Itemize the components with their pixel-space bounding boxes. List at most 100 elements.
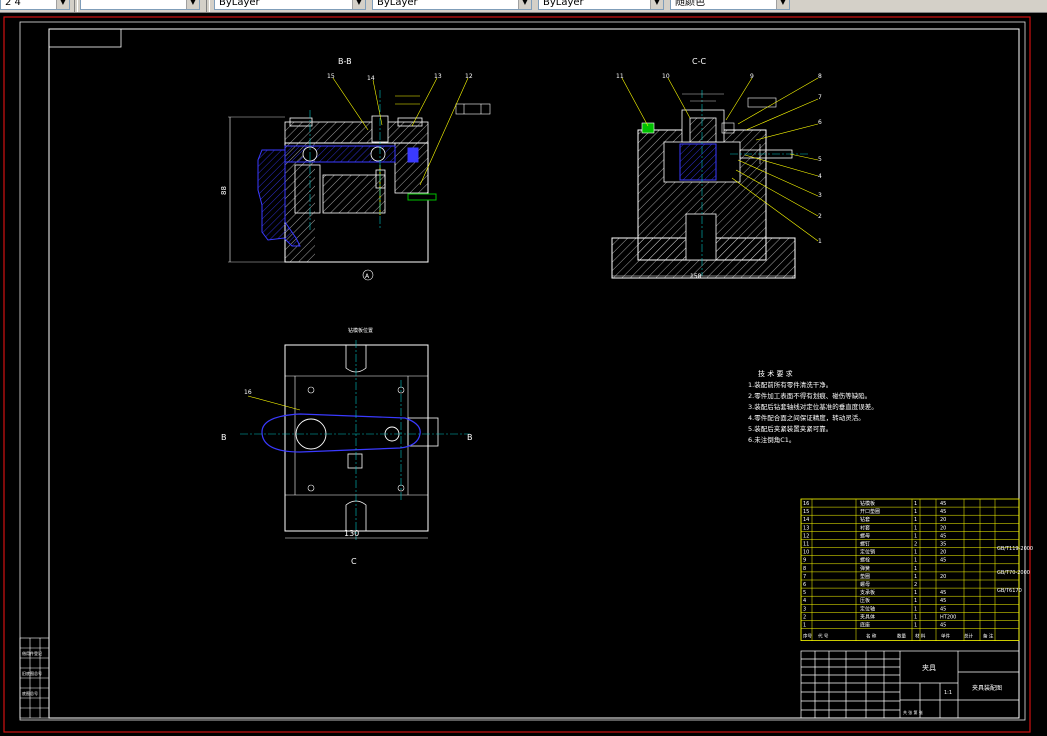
chevron-down-icon[interactable]: ▼ xyxy=(56,0,69,9)
balloon-label: 16 xyxy=(244,389,252,396)
part-name: 夹具 xyxy=(922,663,936,672)
layer-linetype-value: ByLayer xyxy=(377,0,418,8)
bom-cell: 1 xyxy=(914,598,917,604)
bom-cell: 9 xyxy=(803,558,806,564)
section-arrow-b: B xyxy=(467,433,473,442)
layer-lineweight-combo[interactable]: ByLayer ▼ xyxy=(538,0,664,10)
drill-plate xyxy=(284,121,429,144)
combo-linetype[interactable]: 2 4 ▼ xyxy=(0,0,70,10)
bom-cell: 1 xyxy=(914,574,917,580)
bom-cell: 钻模板 xyxy=(860,500,875,507)
bom-cell: 3 xyxy=(803,606,806,612)
combo-style[interactable]: ▼ xyxy=(80,0,200,10)
bom-cell: 螺母 xyxy=(860,581,870,588)
bom-cell: 45 xyxy=(940,598,946,604)
tolerance-frame xyxy=(455,103,491,115)
bom-cell: HT200 xyxy=(940,614,956,620)
tech-title: 技 术 要 求 xyxy=(758,369,793,378)
bom-note: GB/T119-2000 xyxy=(997,546,1033,552)
chevron-down-icon[interactable]: ▼ xyxy=(650,0,663,9)
bom-cell: 45 xyxy=(940,509,946,515)
bom-cell: 20 xyxy=(940,517,946,523)
chevron-down-icon[interactable]: ▼ xyxy=(186,0,199,9)
plan-view-c: 钻模板位置 130 C B B xyxy=(221,327,473,566)
bom-cell: 衬套 xyxy=(860,524,870,531)
bom-note: GB/T6170 xyxy=(997,588,1022,594)
chevron-down-icon[interactable]: ▼ xyxy=(518,0,531,9)
tech-item: 2.零件加工表面不得有划痕、碰伤等缺陷。 xyxy=(748,391,871,400)
layer-color-combo[interactable]: ByLayer ▼ xyxy=(214,0,366,10)
bom-cell: 1 xyxy=(914,533,917,539)
bom-cell: 10 xyxy=(803,550,809,556)
bom-cell: 5 xyxy=(803,590,806,596)
bom-frame xyxy=(800,498,1020,642)
bom-header-cell: 单件 xyxy=(941,633,950,640)
balloon-label: 10 xyxy=(662,73,670,80)
combo-linetype-value: 2 4 xyxy=(5,0,21,8)
bom-cell: 1 xyxy=(914,550,917,556)
bom-cell: 1 xyxy=(914,614,917,620)
chevron-down-icon[interactable]: ▼ xyxy=(352,0,365,9)
balloon-label: 4 xyxy=(818,173,822,180)
bom-cell: 2 xyxy=(803,614,806,620)
bom-cell: 20 xyxy=(940,574,946,580)
sheet-value: 共 张 第 张 xyxy=(903,709,923,715)
balloon-label: 7 xyxy=(818,94,822,101)
drawing-name: 夹具装配图 xyxy=(972,684,1002,692)
balloon-label: 15 xyxy=(327,73,335,80)
bill-of-materials: 16 钻模板 1 4515 开口垫圈 1 4514 钻套 1 2013 衬套 1 2012 螺母 1 4511… xyxy=(800,498,1020,642)
toolbar-separator xyxy=(74,0,78,12)
tech-item: 5.装配后夹紧装置夹紧可靠。 xyxy=(748,424,832,433)
scale-value: 1:1 xyxy=(944,690,952,696)
bom-cell: 2 xyxy=(914,542,917,548)
balloon-label: 8 xyxy=(818,73,822,80)
balloon-label: 1 xyxy=(818,238,822,245)
bom-cell: 弹簧 xyxy=(860,565,870,572)
toolbar-separator xyxy=(206,0,210,12)
dim-height: 88 xyxy=(220,186,228,195)
bom-cell: 支承板 xyxy=(860,589,875,596)
chevron-down-icon[interactable]: ▼ xyxy=(776,0,789,9)
stamp-text: 借用件登记 xyxy=(22,650,42,656)
bom-cell: 11 xyxy=(803,542,809,548)
cad-drawing-canvas[interactable]: 借用件登记 旧底图总号 底图总号 B-B 88 A 15 14 13 12 C-… xyxy=(0,12,1047,736)
bom-header-cell: 数量 xyxy=(897,633,906,640)
bom-cell: 螺母 xyxy=(860,532,870,539)
stamp-text: 旧底图总号 xyxy=(22,670,42,676)
bom-cell: 2 xyxy=(914,582,917,588)
stamp-text: 底图总号 xyxy=(22,690,38,696)
drawing-number-box xyxy=(48,28,122,48)
layer-color-value: ByLayer xyxy=(219,0,260,8)
bom-cell: 8 xyxy=(803,566,806,572)
view-label-c: C xyxy=(351,557,357,566)
bom-header-cell: 代 号 xyxy=(818,633,829,640)
layer-linetype-combo[interactable]: ByLayer ▼ xyxy=(372,0,532,10)
balloon-label: 2 xyxy=(818,213,822,220)
dim-width: 130 xyxy=(344,529,359,538)
bom-cell: 4 xyxy=(803,598,806,604)
balloon-label: 6 xyxy=(818,119,822,126)
bom-cell: 7 xyxy=(803,574,806,580)
bom-cell: 1 xyxy=(914,509,917,515)
bom-cell: 开口垫圈 xyxy=(860,508,880,515)
bom-cell: 定位销 xyxy=(860,549,875,556)
bom-cell: 1 xyxy=(914,590,917,596)
bom-cell: 14 xyxy=(803,517,809,523)
bom-cell: 1 xyxy=(914,566,917,572)
top-label: 钻模板位置 xyxy=(348,327,373,334)
bom-cell: 1 xyxy=(914,501,917,507)
bom-cell: 1 xyxy=(914,517,917,523)
bom-cell: 钻套 xyxy=(860,516,870,523)
plot-style-value: 随颜色 xyxy=(675,0,705,8)
dim-base: 158 xyxy=(690,273,702,280)
balloon-label: 14 xyxy=(367,75,375,82)
bom-cell: 45 xyxy=(940,501,946,507)
layer-lineweight-value: ByLayer xyxy=(543,0,584,8)
plot-style-combo[interactable]: 随颜色 ▼ xyxy=(670,0,790,10)
balloon-label: 3 xyxy=(818,192,822,199)
section-title-cc: C-C xyxy=(692,57,706,66)
bom-cell: 垫圈 xyxy=(860,573,870,580)
bom-cell: 1 xyxy=(914,606,917,612)
bom-cell: 1 xyxy=(914,623,917,629)
bom-header-cell: 名 称 xyxy=(866,633,877,640)
